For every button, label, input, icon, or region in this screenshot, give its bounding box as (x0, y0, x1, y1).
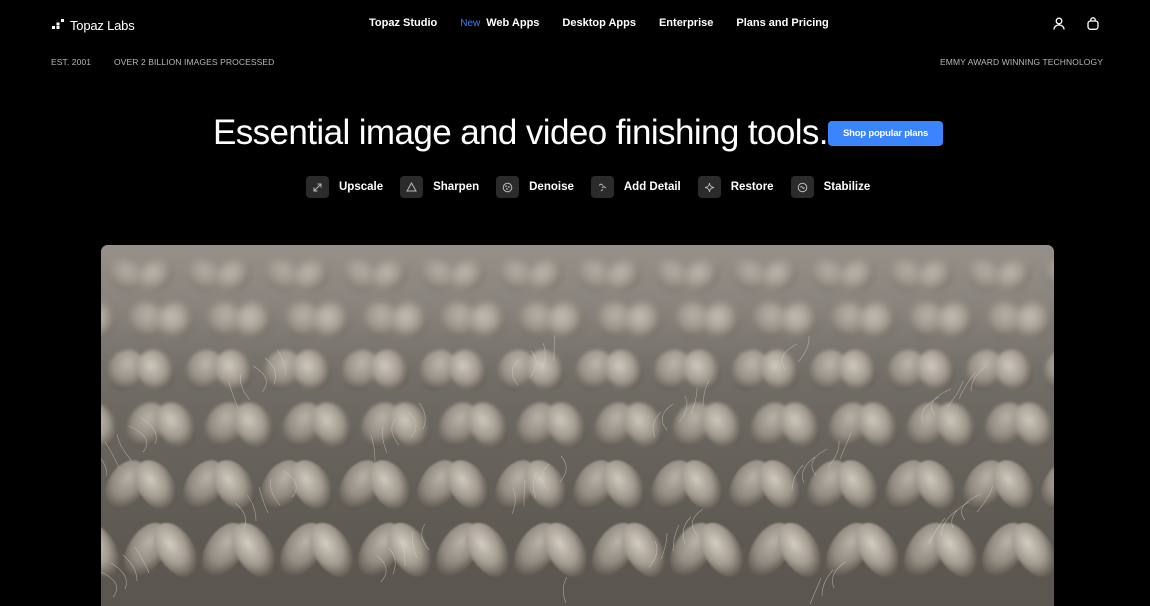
tool-restore[interactable]: Restore (697, 176, 774, 198)
stabilize-icon (790, 176, 814, 198)
tool-label: Restore (730, 181, 774, 193)
tool-label: Denoise (529, 181, 574, 193)
tool-stabilize[interactable]: Stabilize (790, 176, 871, 198)
tools-row: Upscale Sharpen Denoise Add Detail Resto… (306, 176, 887, 198)
emmy-award-label: EMMY AWARD WINNING TECHNOLOGY (940, 57, 1103, 67)
user-icon[interactable] (1050, 14, 1068, 32)
shop-popular-plans-button[interactable]: Shop popular plans (828, 121, 943, 146)
topaz-logo-icon (52, 16, 64, 34)
hero-title: Essential image and video finishing tool… (213, 113, 829, 152)
sharpen-triangle-icon (400, 176, 424, 198)
nav-plans-pricing[interactable]: Plans and Pricing (736, 17, 828, 29)
upscale-arrows-icon (306, 176, 329, 198)
nav-label: Web Apps (486, 17, 540, 29)
nav-enterprise[interactable]: Enterprise (659, 17, 713, 29)
denoise-circle-icon (496, 176, 520, 198)
tool-label: Upscale (339, 181, 384, 193)
nav-web-apps[interactable]: New Web Apps (460, 17, 539, 29)
account-icons (1050, 14, 1102, 32)
tool-upscale[interactable]: Upscale (306, 176, 383, 198)
new-badge: New (460, 17, 481, 29)
nav-label: Enterprise (658, 17, 714, 29)
nav-topaz-studio[interactable]: Topaz Studio (369, 17, 437, 29)
images-processed-label: OVER 2 BILLION IMAGES PROCESSED (114, 57, 275, 67)
tool-label: Stabilize (823, 181, 871, 193)
hero: Essential image and video finishing tool… (0, 113, 1150, 157)
established-label: EST. 2001 (51, 57, 92, 67)
main-nav: Topaz Studio New Web Apps Desktop Apps E… (369, 17, 829, 29)
topaz-labs-logo[interactable]: Topaz Labs (52, 16, 135, 34)
shopping-bag-icon[interactable] (1084, 14, 1102, 32)
logo-text: Topaz Labs (70, 17, 135, 33)
tool-denoise[interactable]: Denoise (496, 176, 574, 198)
tool-label: Sharpen (433, 181, 480, 193)
nav-label: Plans and Pricing (736, 17, 829, 29)
nav-desktop-apps[interactable]: Desktop Apps (562, 17, 636, 29)
top-navigation: Topaz Labs Topaz Studio New Web Apps Des… (0, 0, 1150, 48)
nav-label: Topaz Studio (369, 17, 438, 29)
knit-texture-image (101, 245, 1054, 606)
add-detail-icon (590, 176, 614, 198)
restore-sparkle-icon (697, 176, 721, 198)
nav-label: Desktop Apps (562, 17, 636, 29)
tool-sharpen[interactable]: Sharpen (400, 176, 479, 198)
hero-image-knit-wool (101, 245, 1054, 606)
tool-label: Add Detail (623, 181, 681, 193)
tool-add-detail[interactable]: Add Detail (590, 176, 681, 198)
